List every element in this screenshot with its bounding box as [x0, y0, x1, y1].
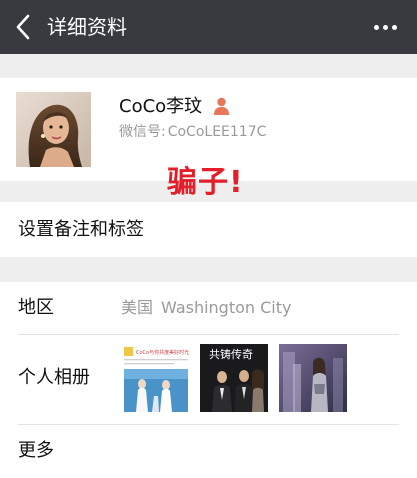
album-label: 个人相册 [18, 367, 90, 388]
chevron-left-icon [16, 14, 30, 40]
region-city: Washington City [161, 298, 292, 317]
region-value: 美国 Washington City [121, 298, 291, 318]
album-thumb-2[interactable]: 共铸传奇 [200, 344, 268, 412]
wechat-id: 微信号: CoCoLEE117C [119, 123, 266, 141]
back-button[interactable] [12, 11, 36, 43]
person-icon [213, 97, 230, 115]
album-thumb-1[interactable]: CoCo与你共度美好时光 [122, 344, 190, 412]
more-dots-icon [374, 25, 379, 30]
region-row: 地区 美国 Washington City [0, 282, 417, 334]
profile-name: CoCo李玟 [119, 96, 203, 117]
region-country: 美国 [121, 298, 154, 317]
album-thumb-2-caption: 共铸传奇 [209, 347, 253, 361]
wechat-id-label: 微信号: [119, 124, 166, 140]
region-label: 地区 [18, 297, 54, 318]
album-thumb-3[interactable] [279, 344, 347, 412]
more-row[interactable]: 更多 [0, 424, 417, 478]
info-list: 地区 美国 Washington City 个人相册 CoCo与你共度美好时光 [0, 282, 417, 478]
navbar: 详细资料 [0, 0, 417, 54]
album-row[interactable]: 个人相册 CoCo与你共度美好时光 共铸传奇 [0, 334, 417, 424]
set-remark-tag-row[interactable]: 设置备注和标签 [0, 202, 417, 257]
avatar-photo [16, 92, 91, 167]
avatar[interactable] [16, 92, 91, 167]
more-button[interactable] [371, 14, 401, 40]
scam-stamp-text: 骗子! [167, 165, 244, 200]
more-label: 更多 [18, 440, 54, 461]
wechat-id-value: CoCoLEE117C [167, 124, 267, 140]
set-remark-tag-label: 设置备注和标签 [18, 219, 144, 240]
album-thumb-1-caption: CoCo与你共度美好时光 [136, 349, 189, 356]
page-title: 详细资料 [47, 15, 127, 39]
